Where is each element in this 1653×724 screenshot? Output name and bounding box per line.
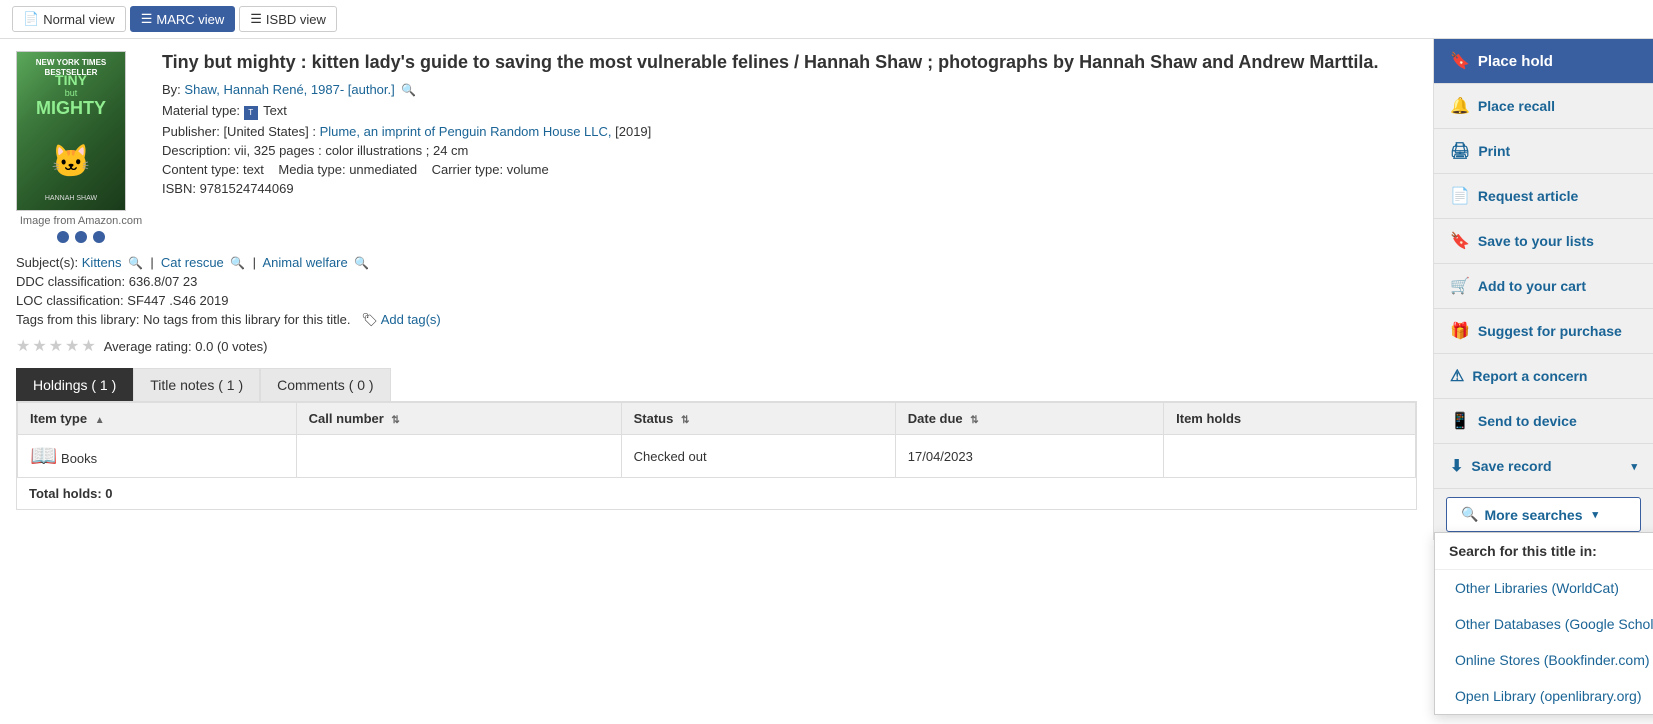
more-searches-arrow-icon: ▾	[1593, 508, 1599, 521]
book-icon: 📖	[30, 443, 57, 468]
cell-item-type: 📖 Books	[18, 435, 297, 478]
page-icon: 📄	[23, 11, 39, 27]
col-status[interactable]: Status ⇅	[621, 403, 895, 435]
save-to-lists-icon: 🔖	[1450, 231, 1470, 251]
tab-holdings[interactable]: Holdings ( 1 )	[16, 368, 133, 401]
description-row: Description: vii, 325 pages : color illu…	[162, 143, 1417, 158]
content-area: NEW YORK TIMES BESTSELLER TINY but MIGHT…	[0, 39, 1433, 540]
book-cover-image: NEW YORK TIMES BESTSELLER TINY but MIGHT…	[16, 51, 126, 211]
loc-row: LOC classification: SF447 .S46 2019	[16, 293, 1417, 308]
place-recall-icon: 🔔	[1450, 96, 1470, 116]
isbd-icon: ☰	[250, 11, 262, 27]
tab-comments[interactable]: Comments ( 0 )	[260, 368, 390, 401]
add-to-cart-action[interactable]: 🛒 Add to your cart	[1434, 264, 1653, 309]
col-date-due[interactable]: Date due ⇅	[895, 403, 1163, 435]
normal-view-btn[interactable]: 📄 Normal view	[12, 6, 126, 32]
animal-welfare-search-icon[interactable]: 🔍	[354, 256, 369, 270]
more-searches-btn[interactable]: 🔍 More searches ▾	[1446, 497, 1641, 532]
table-row: 📖 Books Checked out 17/04/2023	[18, 435, 1416, 478]
send-to-device-icon: 📱	[1450, 411, 1470, 431]
save-record-action[interactable]: ⬇ Save record ▾	[1434, 444, 1653, 489]
book-author-row: By: Shaw, Hannah René, 1987- [author.] 🔍	[162, 82, 1417, 97]
ddc-row: DDC classification: 636.8/07 23	[16, 274, 1417, 289]
sort-item-type-icon: ▲	[95, 415, 105, 426]
save-to-lists-action[interactable]: 🔖 Save to your lists	[1434, 219, 1653, 264]
stars: ★ ★ ★ ★ ★	[16, 336, 96, 356]
worldcat-link[interactable]: Other Libraries (WorldCat)	[1435, 570, 1653, 606]
cat-rescue-search-icon[interactable]: 🔍	[230, 256, 245, 270]
report-concern-icon: ⚠	[1450, 366, 1464, 386]
col-item-type[interactable]: Item type ▲	[18, 403, 297, 435]
more-searches-section: 🔍 More searches ▾ Search for this title …	[1434, 497, 1653, 532]
holdings-header: Item type ▲ Call number ⇅ Status ⇅ Dat	[18, 403, 1416, 435]
place-recall-action[interactable]: 🔔 Place recall	[1434, 84, 1653, 129]
cover-caption: Image from Amazon.com	[16, 215, 146, 227]
col-call-number[interactable]: Call number ⇅	[296, 403, 621, 435]
subjects-row: Subject(s): Kittens 🔍 | Cat rescue 🔍 | A…	[16, 255, 1417, 270]
open-library-link[interactable]: Open Library (openlibrary.org)	[1435, 678, 1653, 714]
request-article-icon: 📄	[1450, 186, 1470, 206]
add-to-cart-icon: 🛒	[1450, 276, 1470, 296]
cell-item-holds	[1164, 435, 1416, 478]
material-type-row: Material type: T Text	[162, 103, 1417, 120]
dropdown-header: Search for this title in:	[1435, 533, 1653, 570]
total-holds: Total holds: 0	[17, 478, 1416, 509]
cover-dots	[16, 231, 146, 243]
print-icon: 🖨	[1450, 141, 1470, 161]
save-record-arrow-icon: ▾	[1631, 460, 1637, 473]
sort-date-due-icon: ⇅	[970, 415, 978, 426]
holdings-table: Item type ▲ Call number ⇅ Status ⇅ Dat	[17, 402, 1416, 478]
cell-date-due: 17/04/2023	[895, 435, 1163, 478]
rating-text: Average rating: 0.0 (0 votes)	[104, 339, 268, 354]
place-hold-action[interactable]: 🔖 Place hold	[1434, 39, 1653, 84]
bookfinder-link[interactable]: Online Stores (Bookfinder.com)	[1435, 642, 1653, 678]
suggest-purchase-action[interactable]: 🎁 Suggest for purchase	[1434, 309, 1653, 354]
send-to-device-action[interactable]: 📱 Send to device	[1434, 399, 1653, 444]
more-searches-dropdown: Search for this title in: Other Librarie…	[1434, 532, 1653, 715]
suggest-purchase-icon: 🎁	[1450, 321, 1470, 341]
place-hold-icon: 🔖	[1450, 51, 1470, 71]
sort-call-number-icon: ⇅	[391, 415, 399, 426]
main-layout: NEW YORK TIMES BESTSELLER TINY but MIGHT…	[0, 39, 1653, 540]
sort-status-icon: ⇅	[681, 415, 689, 426]
marc-view-btn[interactable]: ☰ MARC view	[130, 6, 236, 32]
cell-status: Checked out	[621, 435, 895, 478]
col-item-holds[interactable]: Item holds	[1164, 403, 1416, 435]
report-concern-action[interactable]: ⚠ Report a concern	[1434, 354, 1653, 399]
book-cover-section: NEW YORK TIMES BESTSELLER TINY but MIGHT…	[16, 51, 146, 243]
author-link[interactable]: Shaw, Hannah René, 1987- [author.]	[184, 82, 394, 97]
save-record-icon: ⬇	[1450, 456, 1463, 476]
cell-call-number	[296, 435, 621, 478]
kittens-search-icon[interactable]: 🔍	[128, 256, 143, 270]
rating-row: ★ ★ ★ ★ ★ Average rating: 0.0 (0 votes)	[16, 336, 1417, 356]
content-type-row: Content type: text Media type: unmediate…	[162, 162, 1417, 177]
isbd-view-btn[interactable]: ☰ ISBD view	[239, 6, 337, 32]
add-tags-link[interactable]: Add tag(s)	[381, 312, 441, 327]
book-header: NEW YORK TIMES BESTSELLER TINY but MIGHT…	[16, 51, 1417, 243]
sidebar: 🔖 Place hold 🔔 Place recall 🖨 Print 📄 Re…	[1433, 39, 1653, 540]
author-search-icon[interactable]: 🔍	[401, 83, 416, 97]
view-tabs-bar: 📄 Normal view ☰ MARC view ☰ ISBD view	[0, 0, 1653, 39]
search-sm-icon: 🔍	[1461, 506, 1478, 523]
subject-kittens[interactable]: Kittens	[82, 255, 122, 270]
subject-cat-rescue[interactable]: Cat rescue	[161, 255, 224, 270]
book-title: Tiny but mighty : kitten lady's guide to…	[162, 51, 1417, 74]
holdings-body: 📖 Books Checked out 17/04/2023	[18, 435, 1416, 478]
book-info: Tiny but mighty : kitten lady's guide to…	[162, 51, 1417, 243]
publisher-row: Publisher: [United States] : Plume, an i…	[162, 124, 1417, 139]
holdings-tab-content: Item type ▲ Call number ⇅ Status ⇅ Dat	[16, 402, 1417, 510]
holdings-tabs: Holdings ( 1 ) Title notes ( 1 ) Comment…	[16, 368, 1417, 402]
tags-row: Tags from this library: No tags from thi…	[16, 312, 1417, 328]
isbn-row: ISBN: 9781524744069	[162, 181, 1417, 196]
google-scholar-link[interactable]: Other Databases (Google Scholar)	[1435, 606, 1653, 642]
publisher-link[interactable]: Plume, an imprint of Penguin Random Hous…	[320, 124, 612, 139]
subject-animal-welfare[interactable]: Animal welfare	[262, 255, 347, 270]
tab-title-notes[interactable]: Title notes ( 1 )	[133, 368, 260, 401]
marc-icon: ☰	[141, 11, 153, 27]
request-article-action[interactable]: 📄 Request article	[1434, 174, 1653, 219]
print-action[interactable]: 🖨 Print	[1434, 129, 1653, 174]
